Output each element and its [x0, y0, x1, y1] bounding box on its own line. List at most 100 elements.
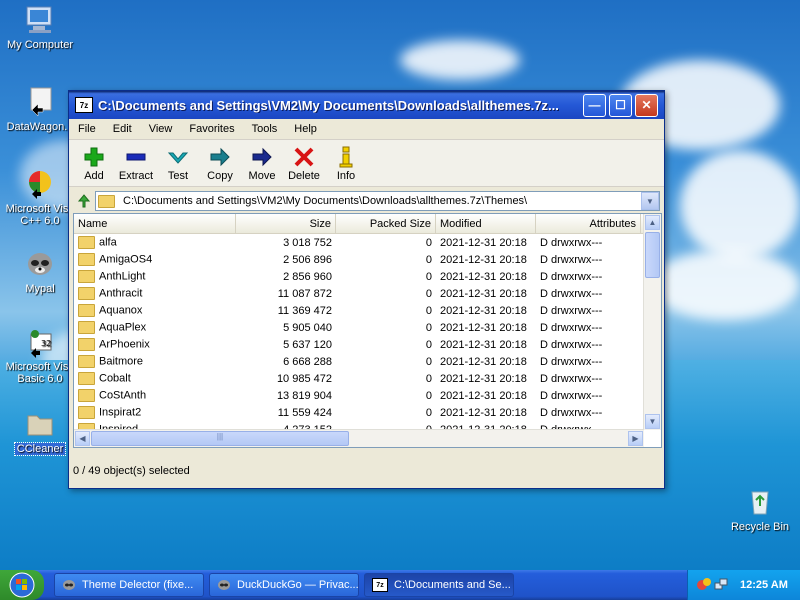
table-row[interactable]: Inspirat2 11 559 424 0 2021-12-31 20:18 D dr…	[74, 404, 661, 421]
minimize-button[interactable]: —	[583, 93, 606, 117]
size-cell: 2 856 960	[283, 270, 332, 283]
task-duckduckgo[interactable]: DuckDuckGo — Privac...	[209, 573, 359, 597]
desktop-icon-recycle-bin[interactable]: Recycle Bin	[720, 486, 800, 533]
scroll-left-button[interactable]: ◀	[75, 431, 90, 446]
attributes-cell: D drwxrwx---	[540, 389, 603, 402]
windows-logo-icon	[9, 572, 35, 598]
sevenzip-icon: 7z	[75, 97, 93, 113]
table-row[interactable]: Baitmore 6 668 288 0 2021-12-31 20:18 D drwx…	[74, 353, 661, 370]
table-row[interactable]: alfa 3 018 752 0 2021-12-31 20:18 D drwxrwx-…	[74, 234, 661, 251]
name-cell: Inspirat2	[74, 406, 236, 419]
start-button[interactable]	[0, 570, 44, 600]
my-computer-icon	[23, 4, 57, 36]
table-row[interactable]: ArPhoenix 5 637 120 0 2021-12-31 20:18 D drw…	[74, 336, 661, 353]
packed-size-cell: 0	[425, 372, 432, 385]
modified-cell: 2021-12-31 20:18	[440, 253, 527, 266]
delete-button[interactable]: Delete	[283, 146, 325, 186]
table-row[interactable]: AnthLight 2 856 960 0 2021-12-31 20:18 D drw…	[74, 268, 661, 285]
tray-mixed-icon	[697, 577, 711, 590]
up-arrow-icon	[77, 194, 91, 208]
menu-help[interactable]: Help	[285, 123, 325, 135]
column-header-modified[interactable]: Modified	[436, 214, 536, 233]
name-cell: Anthracit	[74, 287, 236, 300]
minus-icon	[125, 146, 147, 168]
file-name: Inspirat2	[99, 406, 142, 419]
folder-icon	[78, 355, 95, 368]
size-cell: 3 018 752	[283, 236, 332, 249]
address-dropdown-button[interactable]: ▼	[641, 192, 659, 210]
window-titlebar[interactable]: 7z C:\Documents and Settings\VM2\My Docu…	[69, 91, 664, 119]
extract-button[interactable]: Extract	[115, 146, 157, 186]
table-row[interactable]: Cobalt 10 985 472 0 2021-12-31 20:18 D drwxr…	[74, 370, 661, 387]
svg-text:32: 32	[41, 339, 51, 348]
attributes-cell: D drwxrwx---	[540, 270, 603, 283]
scroll-right-button[interactable]: ▶	[628, 431, 643, 446]
file-name: Aquanox	[99, 304, 143, 317]
table-row[interactable]: AquaPlex 5 905 040 0 2021-12-31 20:18 D drwx…	[74, 319, 661, 336]
horizontal-scrollbar[interactable]: ◀ ||| ▶	[74, 429, 644, 447]
info-icon	[335, 146, 357, 168]
folder-icon	[98, 194, 115, 208]
column-header-attributes[interactable]: Attributes	[536, 214, 641, 233]
table-row[interactable]: AmigaOS4 2 506 896 0 2021-12-31 20:18 D drwx…	[74, 251, 661, 268]
folder-icon	[78, 287, 95, 300]
plus-icon	[83, 146, 105, 168]
vertical-scrollbar[interactable]: ▲ ▼	[643, 214, 661, 430]
file-name: AmigaOS4	[99, 253, 153, 266]
up-folder-button[interactable]	[73, 191, 95, 211]
test-button[interactable]: Test	[157, 146, 199, 186]
desktop-icon-label: My Computer	[6, 39, 74, 51]
task-theme-delector[interactable]: Theme Delector (fixe...	[54, 573, 204, 597]
menu-file[interactable]: File	[69, 123, 104, 135]
info-button[interactable]: Info	[325, 146, 367, 186]
name-cell: AmigaOS4	[74, 253, 236, 266]
add-label: Add	[84, 170, 104, 182]
desktop-icon-label: CCleaner	[13, 442, 67, 456]
clock[interactable]: 12:25 AM	[740, 579, 788, 591]
packed-size-cell: 0	[425, 304, 432, 317]
file-name: CoStAnth	[99, 389, 147, 402]
menu-favorites[interactable]: Favorites	[180, 123, 242, 135]
packed-size-cell: 0	[425, 321, 432, 334]
folder-icon	[78, 406, 95, 419]
menu-view[interactable]: View	[140, 123, 181, 135]
address-input[interactable]: C:\Documents and Settings\VM2\My Documen…	[95, 191, 660, 211]
table-row[interactable]: Anthracit 11 087 872 0 2021-12-31 20:18 D dr…	[74, 285, 661, 302]
tray-network-icon[interactable]	[714, 577, 728, 594]
file-rows: alfa 3 018 752 0 2021-12-31 20:18 D drwxrwx-…	[74, 234, 661, 438]
task-sevenzip[interactable]: 7z C:\Documents and Se...	[364, 573, 514, 597]
horizontal-scroll-thumb[interactable]: |||	[91, 431, 349, 446]
tray-app-icon[interactable]	[696, 576, 712, 595]
scroll-down-button[interactable]: ▼	[645, 414, 660, 429]
table-row[interactable]: CoStAnth 13 819 904 0 2021-12-31 20:18 D drw…	[74, 387, 661, 404]
close-button[interactable]: ✕	[635, 93, 658, 117]
maximize-button[interactable]: ☐	[609, 93, 632, 117]
modified-cell: 2021-12-31 20:18	[440, 304, 527, 317]
column-header-size[interactable]: Size	[236, 214, 336, 233]
name-cell: CoStAnth	[74, 389, 236, 402]
test-label: Test	[167, 170, 189, 182]
vertical-scroll-thumb[interactable]	[645, 232, 660, 278]
name-cell: AquaPlex	[74, 321, 236, 334]
desktop-icon-my-computer[interactable]: My Computer	[0, 4, 80, 51]
menu-tools[interactable]: Tools	[243, 123, 286, 135]
attributes-cell: D drwxrwx---	[540, 338, 603, 351]
column-headers: Name Size Packed Size Modified Attribute…	[74, 214, 661, 234]
attributes-cell: D drwxrwx---	[540, 236, 603, 249]
datawagon-icon	[23, 86, 57, 118]
column-header-packed-size[interactable]: Packed Size	[336, 214, 436, 233]
name-cell: AnthLight	[74, 270, 236, 283]
name-cell: Baitmore	[74, 355, 236, 368]
copy-button[interactable]: Copy	[199, 146, 241, 186]
move-arrow-icon	[251, 146, 273, 168]
menu-edit[interactable]: Edit	[104, 123, 140, 135]
attributes-cell: D drwxrwx---	[540, 372, 603, 385]
scroll-up-button[interactable]: ▲	[645, 215, 660, 230]
attributes-cell: D drwxrwx---	[540, 355, 603, 368]
modified-cell: 2021-12-31 20:18	[440, 270, 527, 283]
folder-icon	[78, 270, 95, 283]
table-row[interactable]: Aquanox 11 369 472 0 2021-12-31 20:18 D drwx…	[74, 302, 661, 319]
column-header-name[interactable]: Name	[74, 214, 236, 233]
move-button[interactable]: Move	[241, 146, 283, 186]
add-button[interactable]: Add	[73, 146, 115, 186]
